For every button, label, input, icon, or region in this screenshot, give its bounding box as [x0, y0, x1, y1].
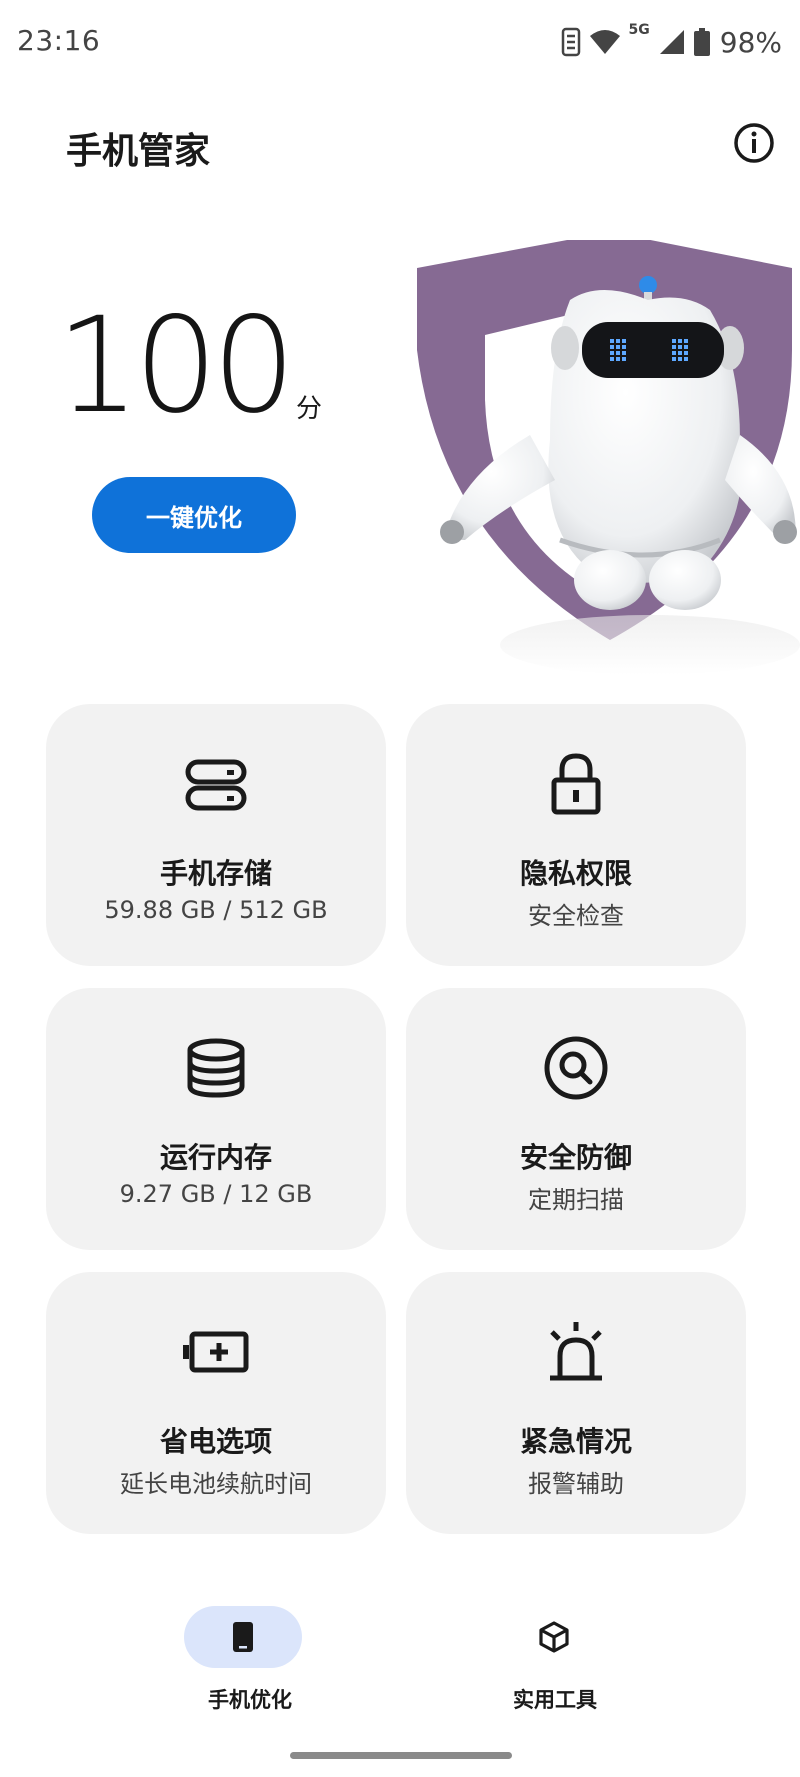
- memory-icon: [187, 1038, 245, 1098]
- alarm-icon: [550, 1322, 602, 1381]
- card-power-saving[interactable]: 省电选项 延长电池续航时间: [46, 1272, 386, 1534]
- card-security-defense[interactable]: 安全防御 定期扫描: [406, 988, 746, 1250]
- card-title: 隐私权限: [519, 857, 632, 890]
- lock-icon: [551, 753, 601, 815]
- card-subtitle: 59.88 GB / 512 GB: [104, 896, 328, 924]
- card-title: 手机存储: [159, 857, 272, 890]
- score-value: 100: [56, 289, 296, 443]
- battery-plus-icon: [183, 1331, 249, 1373]
- wifi-icon: [589, 30, 620, 54]
- scan-icon: [544, 1036, 608, 1100]
- nav-label: 手机优化: [208, 1688, 292, 1712]
- phone-icon: [233, 1622, 253, 1652]
- card-subtitle: 报警辅助: [528, 1470, 624, 1498]
- nav-label: 实用工具: [513, 1688, 597, 1712]
- network-type: 5G: [628, 22, 650, 38]
- score-unit: 分: [296, 394, 323, 424]
- storage-icon: [185, 759, 247, 811]
- card-title: 安全防御: [519, 1141, 632, 1174]
- tools-icon: [539, 1621, 569, 1653]
- battery-icon: [693, 28, 710, 56]
- status-time: 23:16: [17, 24, 101, 57]
- card-emergency[interactable]: 紧急情况 报警辅助: [406, 1272, 746, 1534]
- card-subtitle: 9.27 GB / 12 GB: [119, 1180, 313, 1208]
- nav-phone-optimize[interactable]: 手机优化: [160, 1606, 340, 1726]
- bottom-navigation: 手机优化 实用工具: [0, 1586, 800, 1736]
- optimize-button[interactable]: 一键优化: [92, 477, 296, 553]
- info-button[interactable]: [733, 122, 775, 164]
- card-subtitle: 延长电池续航时间: [120, 1470, 312, 1498]
- card-title: 运行内存: [159, 1141, 272, 1174]
- status-icons: 5G 98%: [561, 22, 782, 60]
- battery-percent: 98%: [719, 25, 782, 59]
- card-privacy-permissions[interactable]: 隐私权限 安全检查: [406, 704, 746, 966]
- page-title: 手机管家: [66, 131, 211, 172]
- info-icon: [734, 123, 774, 163]
- card-phone-storage[interactable]: 手机存储 59.88 GB / 512 GB: [46, 704, 386, 966]
- card-running-memory[interactable]: 运行内存 9.27 GB / 12 GB: [46, 988, 386, 1250]
- card-subtitle: 定期扫描: [528, 1186, 624, 1214]
- home-indicator[interactable]: [290, 1752, 512, 1759]
- nfc-icon: [561, 27, 580, 57]
- card-title: 紧急情况: [519, 1425, 632, 1458]
- nav-tools[interactable]: 实用工具: [465, 1606, 645, 1726]
- card-subtitle: 安全检查: [528, 902, 624, 930]
- card-title: 省电选项: [159, 1425, 272, 1458]
- signal-icon: [659, 30, 684, 54]
- robot-mascot-image: [417, 240, 800, 675]
- status-bar: 23:16 5G 98%: [0, 0, 800, 86]
